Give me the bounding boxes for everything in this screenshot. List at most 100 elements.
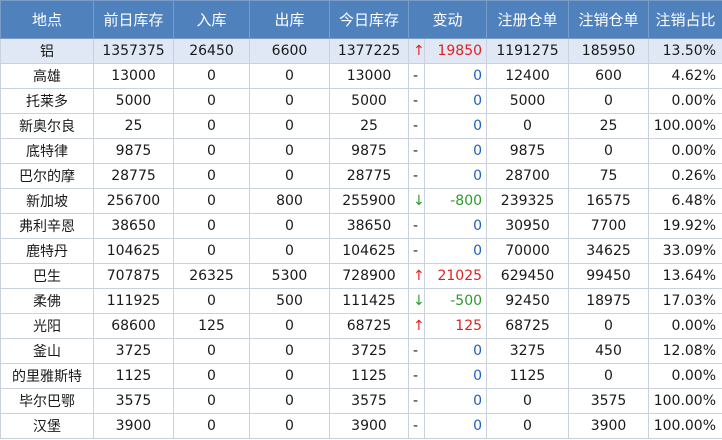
cell-inbound: 0 <box>173 363 250 389</box>
cell-cancelled: 16575 <box>568 188 650 214</box>
cell-inbound: 0 <box>173 163 250 189</box>
cell-today-stock: 3575 <box>329 388 409 414</box>
cell-change-arrow: ↓ <box>408 188 425 214</box>
cell-prev-stock: 3900 <box>93 413 174 439</box>
cell-outbound: 0 <box>249 138 330 164</box>
table-row: 托莱多 5000 0 0 5000-0 5000 0 0.00% <box>0 88 722 114</box>
cell-inbound: 0 <box>173 213 250 239</box>
cell-today-stock: 1377225 <box>329 38 409 64</box>
cell-outbound: 0 <box>249 388 330 414</box>
cell-change: 0 <box>423 63 488 89</box>
cell-cancelled: 7700 <box>568 213 650 239</box>
table-row: 的里雅斯特 1125 0 0 1125-0 1125 0 0.00% <box>0 363 722 389</box>
cell-location: 托莱多 <box>0 88 94 114</box>
cell-change-arrow: - <box>408 63 425 89</box>
cell-change-arrow: - <box>408 213 425 239</box>
cell-prev-stock: 38650 <box>93 213 174 239</box>
cell-change-arrow: - <box>408 138 425 164</box>
cell-prev-stock: 25 <box>93 113 174 139</box>
cell-change-arrow: - <box>408 163 425 189</box>
cell-outbound: 5300 <box>249 263 330 289</box>
cell-location: 新加坡 <box>0 188 94 214</box>
cell-today-stock: 1125 <box>329 363 409 389</box>
cell-cancel-ratio: 13.64% <box>648 263 722 289</box>
header-registered: 注册仓单 <box>486 0 570 39</box>
table-row: 汉堡 3900 0 0 3900-0 0 3900 100.00% <box>0 413 722 439</box>
table-row: 巴尔的摩 28775 0 0 28775-0 28700 75 0.26% <box>0 163 722 189</box>
cell-cancel-ratio: 100.00% <box>648 413 722 439</box>
cell-prev-stock: 3575 <box>93 388 174 414</box>
cell-prev-stock: 111925 <box>93 288 174 314</box>
table-row: 铝 1357375 26450 6600 1377225 ↑ 19850 1191275 185… <box>0 38 722 64</box>
cell-change-arrow: ↑ <box>408 313 425 339</box>
cell-cancelled: 99450 <box>568 263 650 289</box>
cell-registered: 0 <box>486 413 570 439</box>
cell-registered: 28700 <box>486 163 570 189</box>
cell-cancelled: 3575 <box>568 388 650 414</box>
cell-cancel-ratio: 100.00% <box>648 388 722 414</box>
cell-change: 0 <box>423 213 488 239</box>
cell-registered: 30950 <box>486 213 570 239</box>
header-change: 变动 <box>407 0 488 39</box>
cell-inbound: 0 <box>173 288 250 314</box>
cell-change-arrow: - <box>408 338 425 364</box>
cell-today-stock: 25 <box>329 113 409 139</box>
cell-prev-stock: 13000 <box>93 63 174 89</box>
cell-cancel-ratio: 4.62% <box>648 63 722 89</box>
cell-cancelled: 75 <box>568 163 650 189</box>
table-row: 新奥尔良 25 0 0 25-0 0 25 100.00% <box>0 113 722 139</box>
cell-outbound: 0 <box>249 363 330 389</box>
cell-change: 19850 <box>423 38 488 64</box>
cell-cancelled: 185950 <box>568 38 650 64</box>
cell-inbound: 0 <box>173 413 250 439</box>
cell-prev-stock: 104625 <box>93 238 174 264</box>
cell-location: 鹿特丹 <box>0 238 94 264</box>
cell-location: 釜山 <box>0 338 94 364</box>
cell-cancelled: 600 <box>568 63 650 89</box>
table-row: 底特律 9875 0 0 9875-0 9875 0 0.00% <box>0 138 722 164</box>
cell-cancel-ratio: 33.09% <box>648 238 722 264</box>
cell-registered: 9875 <box>486 138 570 164</box>
cell-outbound: 0 <box>249 238 330 264</box>
cell-cancelled: 18975 <box>568 288 650 314</box>
cell-change: 125 <box>423 313 488 339</box>
cell-registered: 629450 <box>486 263 570 289</box>
cell-registered: 0 <box>486 388 570 414</box>
cell-change: 0 <box>423 113 488 139</box>
header-prev-stock: 前日库存 <box>93 0 174 39</box>
cell-outbound: 500 <box>249 288 330 314</box>
cell-cancelled: 34625 <box>568 238 650 264</box>
cell-today-stock: 111425 <box>329 288 409 314</box>
cell-today-stock: 3725 <box>329 338 409 364</box>
cell-today-stock: 13000 <box>329 63 409 89</box>
inventory-table: 地点 前日库存 入库 出库 今日库存 变动 注册仓单 注销仓单 注销占比 铝 13… <box>0 0 722 439</box>
cell-today-stock: 68725 <box>329 313 409 339</box>
cell-location: 巴尔的摩 <box>0 163 94 189</box>
cell-registered: 5000 <box>486 88 570 114</box>
cell-inbound: 0 <box>173 238 250 264</box>
cell-cancel-ratio: 0.00% <box>648 138 722 164</box>
cell-inbound: 0 <box>173 388 250 414</box>
cell-registered: 12400 <box>486 63 570 89</box>
header-today-stock: 今日库存 <box>329 0 409 39</box>
table-row: 釜山 3725 0 0 3725-0 3275 450 12.08% <box>0 338 722 364</box>
cell-location: 柔佛 <box>0 288 94 314</box>
cell-cancel-ratio: 0.00% <box>648 363 722 389</box>
cell-cancel-ratio: 6.48% <box>648 188 722 214</box>
cell-location: 铝 <box>0 38 94 64</box>
cell-cancelled: 25 <box>568 113 650 139</box>
cell-change-arrow: - <box>408 388 425 414</box>
cell-location: 高雄 <box>0 63 94 89</box>
cell-prev-stock: 28775 <box>93 163 174 189</box>
header-row: 地点 前日库存 入库 出库 今日库存 变动 注册仓单 注销仓单 注销占比 <box>0 0 722 39</box>
cell-cancelled: 0 <box>568 88 650 114</box>
cell-cancel-ratio: 100.00% <box>648 113 722 139</box>
cell-prev-stock: 9875 <box>93 138 174 164</box>
cell-outbound: 6600 <box>249 38 330 64</box>
cell-change: 0 <box>423 338 488 364</box>
cell-today-stock: 9875 <box>329 138 409 164</box>
cell-change-arrow: - <box>408 363 425 389</box>
cell-cancel-ratio: 0.26% <box>648 163 722 189</box>
header-cancel-ratio: 注销占比 <box>648 0 722 39</box>
cell-today-stock: 255900 <box>329 188 409 214</box>
